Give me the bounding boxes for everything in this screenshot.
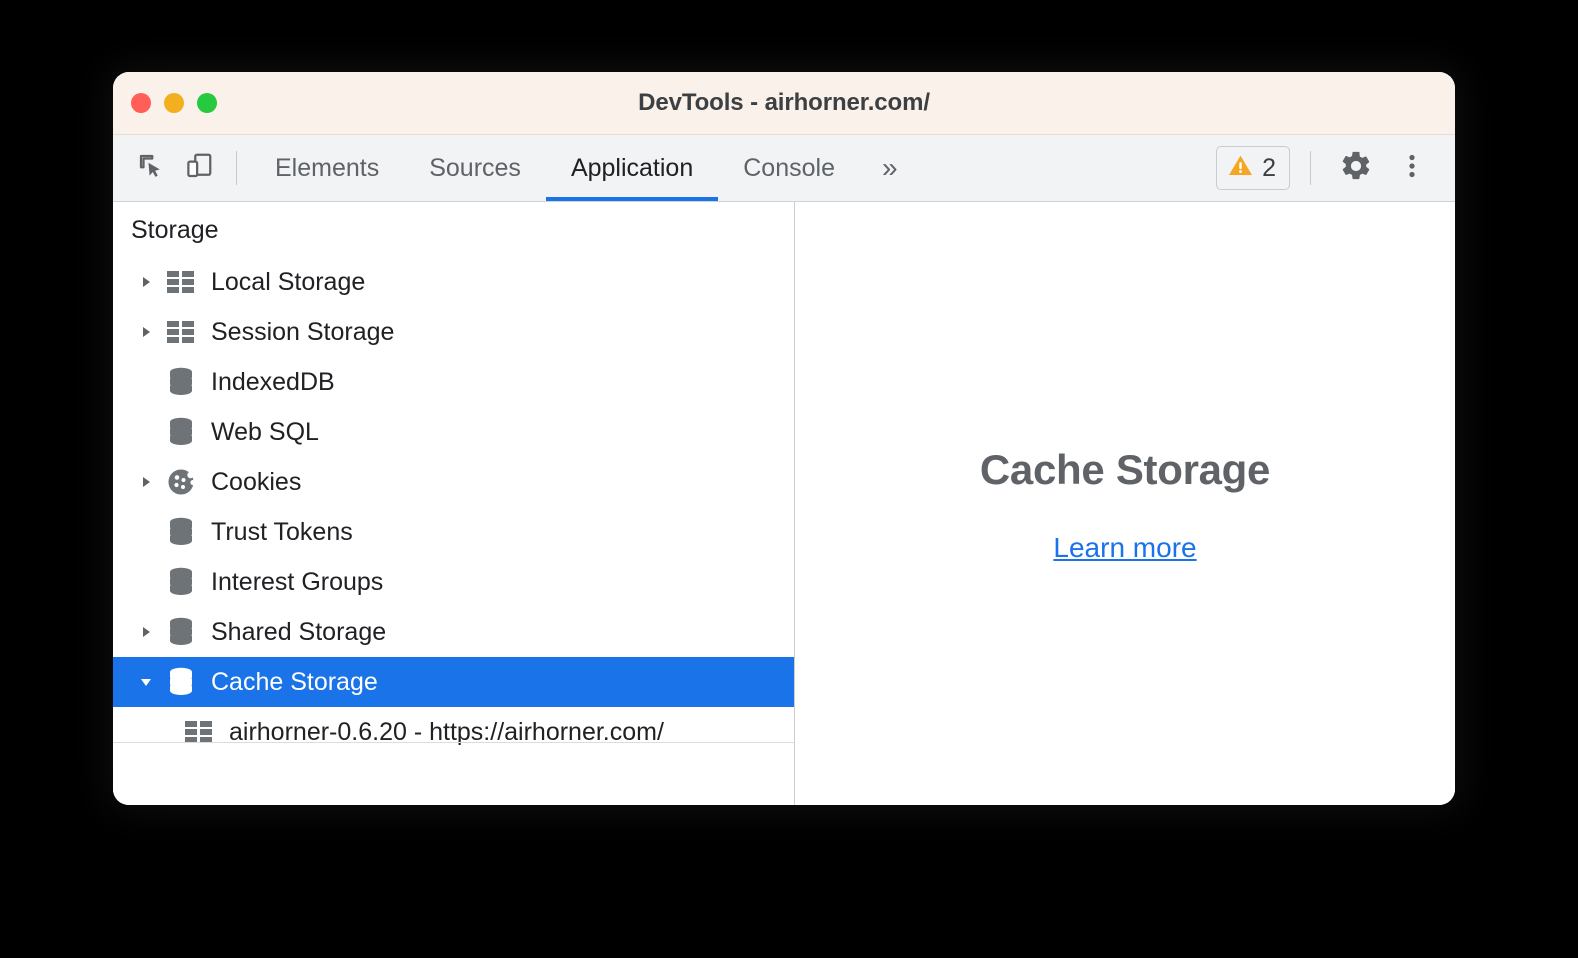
warning-triangle-icon — [1227, 152, 1254, 184]
device-toolbar-button[interactable] — [175, 135, 223, 201]
window-title: DevTools - airhorner.com/ — [638, 89, 930, 116]
chevron-placeholder-icon — [131, 574, 161, 590]
window-titlebar: DevTools - airhorner.com/ — [113, 72, 1455, 135]
three-dots-vertical-icon — [1397, 151, 1427, 186]
sidebar-item-indexeddb[interactable]: IndexedDB — [113, 357, 794, 407]
chevron-right-icon[interactable] — [131, 474, 161, 490]
chevron-down-icon[interactable] — [131, 674, 161, 690]
close-button[interactable] — [131, 93, 151, 113]
inspect-element-icon — [136, 151, 166, 186]
sidebar-item-label: Trust Tokens — [211, 517, 353, 546]
database-icon — [161, 567, 201, 597]
application-sidebar: Storage Local Storage Session Storage In… — [113, 202, 795, 805]
minimize-button[interactable] — [164, 93, 184, 113]
panel-tabs: Elements Sources Application Console » — [250, 135, 920, 201]
database-icon — [161, 417, 201, 447]
tab-elements[interactable]: Elements — [250, 135, 404, 201]
sidebar-item-interest-groups[interactable]: Interest Groups — [113, 557, 794, 607]
tab-sources[interactable]: Sources — [404, 135, 546, 201]
toolbar-divider — [236, 151, 237, 185]
table-grid-icon — [161, 269, 201, 295]
sidebar-item-label: Session Storage — [211, 317, 395, 346]
sidebar-item-shared-storage[interactable]: Shared Storage — [113, 607, 794, 657]
tab-application[interactable]: Application — [545, 135, 719, 201]
sidebar-item-cache-storage[interactable]: Cache Storage — [113, 657, 794, 707]
sidebar-item-label: Cookies — [211, 467, 302, 496]
warning-badge[interactable]: 2 — [1216, 146, 1290, 190]
device-toolbar-icon — [184, 151, 214, 186]
chevron-right-icon[interactable] — [131, 274, 161, 290]
cookie-icon — [161, 467, 201, 497]
sidebar-item-local-storage[interactable]: Local Storage — [113, 257, 794, 307]
toolbar-right-divider — [1310, 151, 1311, 185]
database-icon — [161, 667, 201, 697]
sidebar-item-cookies[interactable]: Cookies — [113, 457, 794, 507]
sidebar-item-label: Cache Storage — [211, 667, 378, 696]
more-tabs-button[interactable]: » — [860, 135, 920, 201]
chevron-right-icon[interactable] — [131, 324, 161, 340]
traffic-lights — [131, 93, 217, 113]
database-icon — [161, 617, 201, 647]
chevron-placeholder-icon — [131, 524, 161, 540]
tab-elements-label: Elements — [275, 153, 380, 182]
sidebar-item-session-storage[interactable]: Session Storage — [113, 307, 794, 357]
chevron-right-icon[interactable] — [131, 624, 161, 640]
sidebar-item-label: Interest Groups — [211, 567, 384, 596]
database-icon — [161, 517, 201, 547]
warning-count: 2 — [1262, 153, 1276, 182]
chevron-placeholder-icon — [131, 374, 161, 390]
sidebar-item-web-sql[interactable]: Web SQL — [113, 407, 794, 457]
storage-section-title: Storage — [131, 216, 219, 244]
sidebar-item-label: Shared Storage — [211, 617, 387, 646]
tab-application-label: Application — [570, 153, 694, 182]
chevron-double-right-icon: » — [881, 152, 898, 183]
tab-sources-label: Sources — [429, 153, 521, 182]
maximize-button[interactable] — [197, 93, 217, 113]
sidebar-item-label: Web SQL — [211, 417, 319, 446]
more-options-button[interactable] — [1387, 143, 1437, 193]
tab-console[interactable]: Console — [718, 135, 860, 201]
panel-split: Storage Local Storage Session Storage In… — [113, 202, 1455, 805]
chevron-placeholder-icon — [131, 424, 161, 440]
sidebar-item-label: IndexedDB — [211, 367, 335, 396]
sidebar-item-label: airhorner-0.6.20 - https://airhorner.com… — [229, 717, 664, 746]
sidebar-item-label: Local Storage — [211, 267, 366, 296]
devtools-toolbar: Elements Sources Application Console » 2 — [113, 135, 1455, 202]
database-icon — [161, 367, 201, 397]
cache-storage-empty-state: Cache Storage Learn more — [795, 202, 1455, 805]
sidebar-item-cache-entry[interactable]: airhorner-0.6.20 - https://airhorner.com… — [113, 707, 794, 757]
toolbar-right-group: 2 — [1216, 135, 1455, 201]
inspect-element-button[interactable] — [127, 135, 175, 201]
devtools-window: DevTools - airhorner.com/ Elements Sourc… — [113, 72, 1455, 805]
table-grid-icon — [161, 319, 201, 345]
page-title: Cache Storage — [979, 445, 1271, 493]
tab-console-label: Console — [743, 153, 835, 182]
sidebar-scroll: Storage Local Storage Session Storage In… — [113, 202, 794, 757]
settings-button[interactable] — [1331, 143, 1381, 193]
learn-more-link[interactable]: Learn more — [1053, 532, 1196, 564]
gear-icon — [1339, 149, 1373, 188]
sidebar-bottom-divider — [113, 742, 794, 743]
sidebar-item-trust-tokens[interactable]: Trust Tokens — [113, 507, 794, 557]
